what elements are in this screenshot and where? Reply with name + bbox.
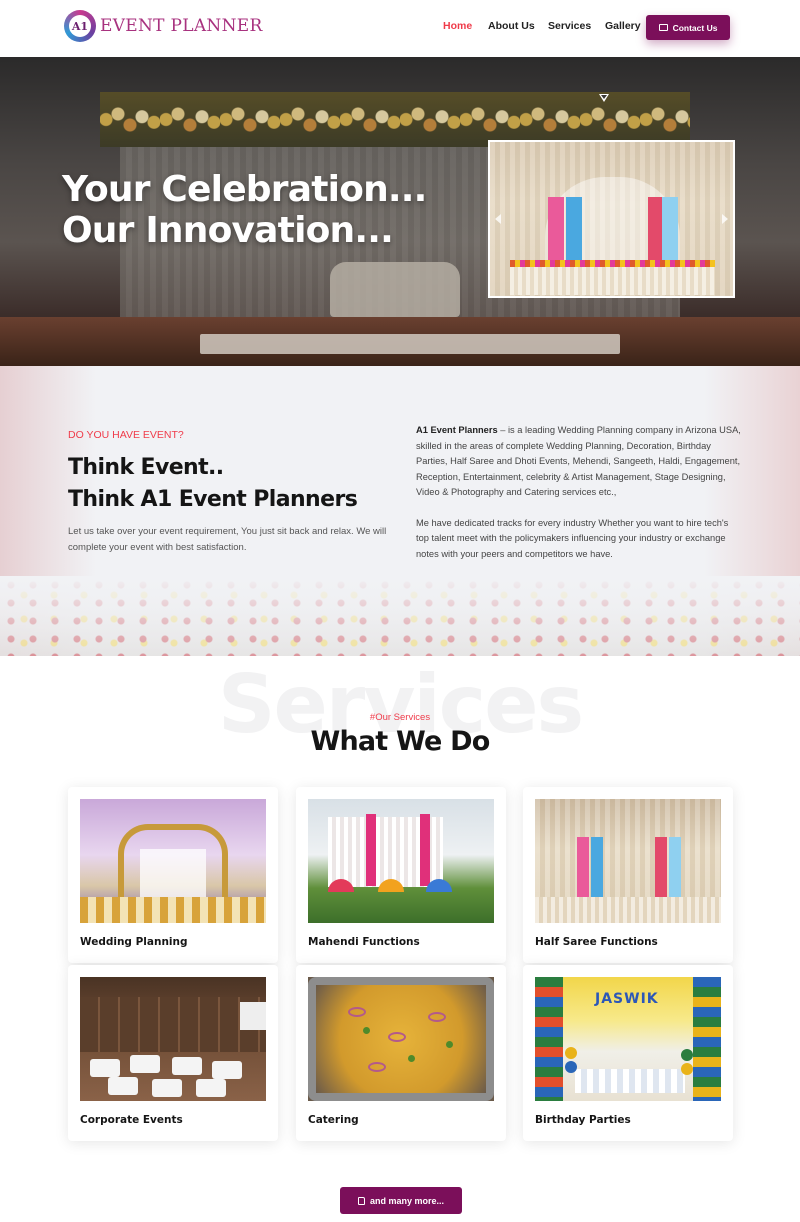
banquet-table [152,1079,182,1097]
services-kicker: #Our Services [369,712,431,723]
mahendi-functions-image [308,799,494,923]
about-paragraph-2: Me have dedicated tracks for every indus… [416,517,729,559]
service-card-mahendi-functions[interactable]: Mahendi Functions [296,787,506,963]
herb-garnish [363,1027,370,1034]
company-name: A1 Event Planners [416,425,498,435]
onion-ring [388,1032,406,1042]
nav-services[interactable]: Services [548,20,591,32]
hero-title: Your Celebration... Our Innovation... [62,169,482,251]
service-card-label: Wedding Planning [80,936,188,948]
mahendi-curtain-right [420,814,430,886]
slide-curtain-blue [566,197,582,267]
banquet-table [212,1061,242,1079]
about-title: Think Event.. Think A1 Event Planners [68,452,398,516]
slide-curtain-lightblue [662,197,678,267]
mahendi-curtain-left [366,814,376,886]
services-title: What We Do [310,726,490,757]
balloon [565,1047,577,1059]
banquet-table [196,1079,226,1097]
corporate-events-image [80,977,266,1101]
hero-carpet [200,334,620,354]
onion-ring [368,1062,386,1072]
service-card-label: Mahendi Functions [308,936,420,948]
slide-stage [510,267,715,295]
birthday-drape-left [535,977,563,1101]
half-saree-functions-image [535,799,721,923]
corporate-screen [240,1002,266,1030]
balloon [565,1061,577,1073]
mail-icon [658,24,668,31]
about-kicker: DO YOU HAVE EVENT? [68,429,184,441]
mandap-drape [140,849,206,899]
half-saree-stage [535,897,721,923]
about-paragraph-1: A1 Event Planners – is a leading Wedding… [416,423,741,501]
thumbs-up-icon [357,1196,365,1205]
banquet-table [108,1077,138,1095]
hero-title-line-1: Your Celebration... [62,169,427,210]
hero-banner: Your Celebration... Our Innovation... [0,57,800,366]
service-card-wedding-planning[interactable]: Wedding Planning [68,787,278,963]
birthday-banner-name: JASWIK [595,991,659,1007]
herb-garnish [408,1055,415,1062]
half-saree-curtain [655,837,667,897]
onion-ring [348,1007,366,1017]
catering-image [308,977,494,1101]
mandap-base [80,897,266,923]
slide-curtain-pink [548,197,564,267]
service-card-label: Birthday Parties [535,1114,631,1126]
banquet-table [90,1059,120,1077]
balloon [681,1063,693,1075]
about-section: DO YOU HAVE EVENT? Think Event.. Think A… [0,366,800,656]
service-card-label: Half Saree Functions [535,936,658,948]
hero-image-slider[interactable] [488,140,735,298]
balloon [681,1049,693,1061]
wedding-planning-image [80,799,266,923]
herb-garnish [446,1041,453,1048]
about-title-line-2: Think A1 Event Planners [68,487,358,512]
chevron-right-icon[interactable] [722,214,728,224]
about-paragraph-1-text: – is a leading Wedding Planning company … [416,425,741,497]
site-header: A1 EVENT PLANNER Home About Us Services … [0,0,800,57]
banquet-table [172,1057,202,1075]
about-background-fade [0,576,800,656]
about-title-line-1: Think Event.. [68,455,224,480]
service-card-label: Catering [308,1114,359,1126]
birthday-parties-image: JASWIK [535,977,721,1101]
about-description: A1 Event Planners – is a leading Wedding… [416,423,741,562]
chevron-left-icon[interactable] [495,214,501,224]
banquet-table [130,1055,160,1073]
service-card-label: Corporate Events [80,1114,183,1126]
hero-stage-sofa [330,262,460,317]
about-lead-text: Let us take over your event requirement,… [68,526,387,553]
triangle-down-icon [599,94,609,102]
and-many-more-button[interactable]: and many more... [340,1187,462,1214]
half-saree-curtain [577,837,589,897]
half-saree-curtain [669,837,681,897]
nav-about-us[interactable]: About Us [488,20,535,32]
service-card-birthday-parties[interactable]: JASWIK Birthday Parties [523,965,733,1141]
onion-ring [428,1012,446,1022]
nav-gallery[interactable]: Gallery [605,20,641,32]
hero-title-line-2: Our Innovation... [62,210,394,251]
birthday-drape-right [693,977,721,1101]
umbrella-decor [426,879,452,892]
service-card-corporate-events[interactable]: Corporate Events [68,965,278,1141]
and-many-more-label: and many more... [369,1195,445,1206]
contact-us-button[interactable]: Contact Us [646,15,730,40]
contact-us-label: Contact Us [672,22,718,33]
nav-home[interactable]: Home [443,20,472,32]
service-card-half-saree-functions[interactable]: Half Saree Functions [523,787,733,963]
corporate-wall-panel [80,997,266,1052]
half-saree-curtain [591,837,603,897]
birthday-cake-table [575,1069,685,1093]
service-card-catering[interactable]: Catering [296,965,506,1141]
